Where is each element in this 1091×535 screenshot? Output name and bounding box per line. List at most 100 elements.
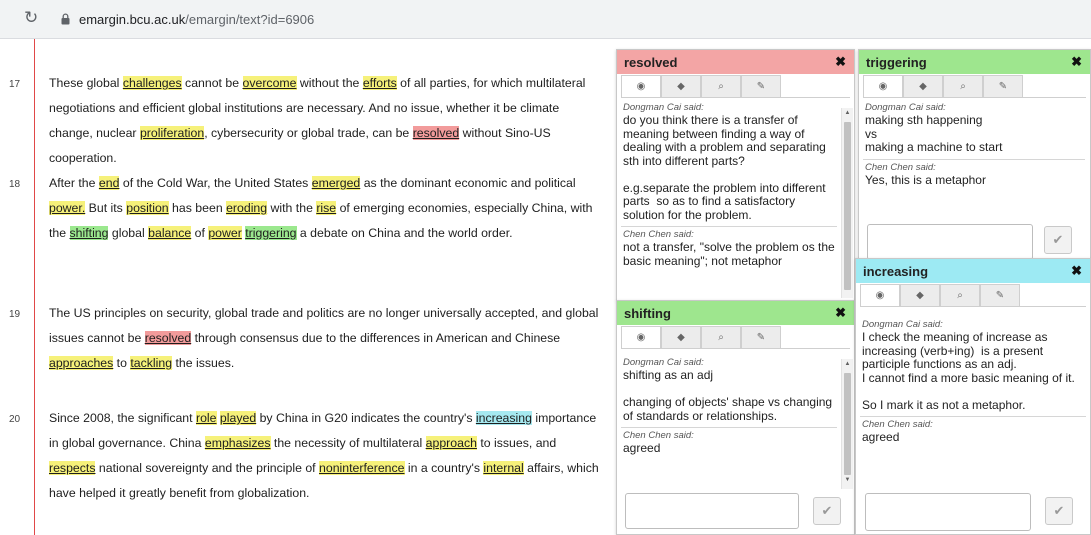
tag-tab-icon[interactable]: ◆ (661, 75, 701, 97)
comment-tab-icon[interactable]: ◉ (621, 326, 661, 349)
paragraph-number: 18 (9, 179, 21, 190)
link-tab-icon[interactable]: ✎ (983, 75, 1023, 97)
reply-textarea[interactable] (865, 493, 1031, 531)
highlighted-word[interactable]: efforts (362, 76, 397, 90)
highlighted-word[interactable]: shifting (69, 226, 109, 240)
comment-author: Dongman Cai said: (865, 102, 946, 113)
text-segment: issues cannot be (49, 331, 145, 345)
highlighted-word[interactable]: internal (483, 461, 524, 475)
comment-list: Dongman Cai said: I check the meaning of … (860, 317, 1086, 487)
lock-icon (61, 13, 70, 25)
text-segment: of emerging economies, especially China,… (336, 201, 593, 215)
check-icon[interactable]: ✔ (1045, 497, 1073, 525)
check-icon[interactable]: ✔ (813, 497, 841, 525)
comment-author: Chen Chen said: (623, 430, 694, 441)
comment-tab-icon[interactable]: ◉ (863, 75, 903, 98)
text-line: the shifting global balance of power tri… (49, 221, 619, 246)
comment-list: Dongman Cai said: making sth happening vs… (863, 100, 1085, 212)
highlighted-word[interactable]: rise (316, 201, 337, 215)
text-segment: in a country's (404, 461, 484, 475)
text-segment: global (108, 226, 149, 240)
highlighted-word[interactable]: tackling (130, 356, 173, 370)
reload-icon[interactable]: ↻ (24, 9, 38, 27)
comment-popup-triggering: triggering ✖ ◉ ◆ ⌕ ✎ Dongman Cai said: makin… (858, 49, 1091, 263)
comment-author: Dongman Cai said: (623, 102, 704, 113)
paragraph: The US principles on security, global tr… (49, 301, 619, 376)
reply-textarea[interactable] (867, 224, 1033, 260)
close-icon[interactable]: ✖ (1071, 263, 1082, 279)
highlighted-word[interactable]: end (98, 176, 120, 190)
highlighted-word[interactable]: noninterference (319, 461, 405, 475)
highlighted-word[interactable]: position (126, 201, 169, 215)
highlighted-word[interactable]: resolved (412, 126, 460, 140)
highlighted-word[interactable]: played (219, 411, 257, 425)
close-icon[interactable]: ✖ (835, 54, 846, 70)
paragraph: These global challenges cannot be overco… (49, 71, 619, 171)
link-tab-icon[interactable]: ✎ (741, 326, 781, 348)
popup-title: triggering (866, 55, 927, 70)
text-segment: of all parties, for which multilateral (396, 76, 586, 90)
comment-tab-icon[interactable]: ◉ (621, 75, 661, 98)
highlighted-word[interactable]: triggering (245, 226, 297, 240)
text-line: issues cannot be resolved through consen… (49, 326, 619, 351)
text-segment: the (49, 226, 70, 240)
comment-tab-icon[interactable]: ◉ (860, 284, 900, 307)
tag-tab-icon[interactable]: ◆ (903, 75, 943, 97)
text-segment: After the (49, 176, 99, 190)
highlighted-word[interactable]: respects (49, 461, 96, 475)
link-tab-icon[interactable]: ✎ (980, 284, 1020, 306)
check-icon[interactable]: ✔ (1044, 226, 1072, 254)
scroll-up-icon[interactable]: ▲ (843, 361, 852, 367)
highlighted-word[interactable]: approach (425, 436, 477, 450)
close-icon[interactable]: ✖ (835, 305, 846, 321)
comment-scrollbar[interactable]: ▲ (841, 108, 853, 298)
text-segment: through consensus due to the differences… (191, 331, 561, 345)
highlighted-word[interactable]: eroding (226, 201, 268, 215)
url-field[interactable]: emargin.bcu.ac.uk/emargin/text?id=6906 (79, 12, 314, 27)
highlighted-word[interactable]: emphasizes (204, 436, 271, 450)
highlighted-word[interactable]: approaches (49, 356, 114, 370)
text-segment: to (113, 356, 131, 370)
comment-text: shifting as an adj changing of objects' … (623, 368, 833, 423)
comment-text: agreed (862, 430, 900, 444)
popup-header: resolved ✖ (617, 50, 854, 74)
highlighted-word[interactable]: balance (148, 226, 192, 240)
popup-title: shifting (624, 306, 671, 321)
search-tab-icon[interactable]: ⌕ (940, 284, 980, 306)
search-tab-icon[interactable]: ⌕ (701, 75, 741, 97)
comment-text: I check the meaning of increase as incre… (862, 330, 1075, 412)
highlighted-word[interactable]: overcome (242, 76, 297, 90)
tag-tab-icon[interactable]: ◆ (661, 326, 701, 348)
paragraph: Since 2008, the significant role played … (49, 406, 619, 506)
highlighted-word[interactable]: resolved (144, 331, 192, 345)
highlighted-word[interactable]: power. (49, 201, 86, 215)
highlighted-word[interactable]: role (195, 411, 217, 425)
scroll-down-icon[interactable]: ▼ (843, 477, 852, 483)
highlighted-word[interactable]: proliferation (139, 126, 205, 140)
search-tab-icon[interactable]: ⌕ (943, 75, 983, 97)
highlighted-word[interactable]: increasing (475, 411, 532, 425)
comment-author: Chen Chen said: (623, 229, 694, 240)
text-line: The US principles on security, global tr… (49, 301, 619, 326)
comment-text: do you think there is a transfer of mean… (623, 113, 826, 222)
text-segment: But its (85, 201, 127, 215)
comment-scrollbar[interactable]: ▲ ▼ (841, 359, 853, 489)
scroll-thumb[interactable] (844, 373, 851, 475)
highlighted-word[interactable]: power (208, 226, 242, 240)
text-line: approaches to tackling the issues. (49, 351, 619, 376)
reply-textarea[interactable] (625, 493, 799, 529)
link-tab-icon[interactable]: ✎ (741, 75, 781, 97)
comment-divider (863, 158, 1085, 160)
text-segment: national sovereignty and the principle o… (95, 461, 320, 475)
popup-header: shifting ✖ (617, 301, 854, 325)
comment-divider (621, 226, 837, 227)
text-segment: the issues. (172, 356, 235, 370)
tag-tab-icon[interactable]: ◆ (900, 284, 940, 306)
browser-address-bar: ↻ emargin.bcu.ac.uk/emargin/text?id=6906 (0, 0, 1091, 39)
close-icon[interactable]: ✖ (1071, 54, 1082, 70)
search-tab-icon[interactable]: ⌕ (701, 326, 741, 348)
scroll-thumb[interactable] (844, 122, 851, 290)
highlighted-word[interactable]: emerged (311, 176, 361, 190)
highlighted-word[interactable]: challenges (122, 76, 182, 90)
scroll-up-icon[interactable]: ▲ (843, 110, 852, 116)
